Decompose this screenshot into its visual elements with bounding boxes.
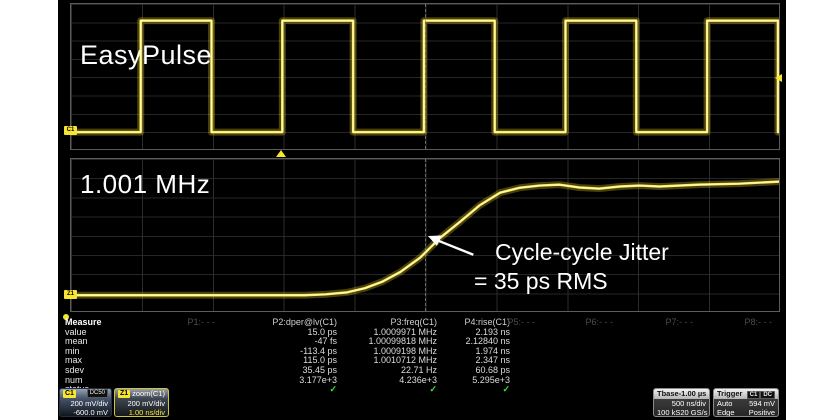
tbase-label: Tbase bbox=[657, 389, 679, 398]
c1-offset: -600.0 mV bbox=[73, 408, 108, 417]
p4-status-check-icon: ✓ bbox=[415, 385, 510, 395]
tbase-delay: -1.00 µs bbox=[679, 389, 707, 398]
z1-descriptor-box[interactable]: Z1 zoom(C1) 200 mV/div 1.00 ns/div bbox=[114, 388, 169, 417]
top-grid-label: EasyPulse bbox=[80, 40, 212, 71]
measure-column-p1[interactable]: P1:- - - bbox=[120, 318, 215, 328]
trigger-delay-marker-icon bbox=[276, 150, 286, 157]
measure-column-p8[interactable]: P8:- - - bbox=[677, 318, 772, 328]
p2-status-check-icon: ✓ bbox=[242, 385, 337, 395]
trigger-box[interactable]: Trigger C1DC Auto 594 mV Edge Positive bbox=[713, 388, 779, 417]
tbase-tdiv: 500 ns/div bbox=[672, 399, 706, 408]
tbase-samples: 100 kS bbox=[657, 408, 680, 417]
main-grid: EasyPulse bbox=[70, 3, 780, 150]
p4-num: 5.295e+3 bbox=[415, 376, 510, 386]
timebase-box[interactable]: Tbase -1.00 µs 500 ns/div 100 kS 20 GS/s bbox=[653, 388, 710, 417]
measure-column-p2[interactable]: P2:dper@lv(C1) 15.0 ps -47 fs -113.4 ps … bbox=[242, 318, 337, 395]
tbase-rate: 20 GS/s bbox=[680, 408, 707, 417]
trigger-time-line bbox=[425, 4, 426, 149]
oscilloscope-display: EasyPulse C1 1.001 MHz Cycle-cycle Jitte… bbox=[58, 0, 786, 420]
jitter-annotation-line1: Cycle-cycle Jitter bbox=[495, 239, 669, 266]
c1-coupling-badge: DC50 bbox=[87, 389, 108, 398]
jitter-annotation-line2: = 35 ps RMS bbox=[474, 268, 608, 295]
z1-channel-marker: Z1 bbox=[64, 290, 77, 299]
trigger-type: Edge bbox=[717, 408, 735, 417]
zoom-grid-label: 1.001 MHz bbox=[80, 169, 210, 200]
trigger-slope: Positive bbox=[749, 408, 775, 417]
c1-channel-marker: C1 bbox=[64, 126, 77, 135]
z1-title: zoom(C1) bbox=[132, 389, 165, 398]
c1-vdiv: 200 mV/div bbox=[70, 399, 108, 408]
z1-tdiv: 1.00 ns/div bbox=[129, 408, 165, 417]
c1-badge: C1 bbox=[63, 390, 76, 398]
p2-num: 3.177e+3 bbox=[242, 376, 337, 386]
measure-column-p4[interactable]: P4:rise(C1) 2.193 ns 2.12840 ns 1.974 ns… bbox=[415, 318, 510, 395]
trigger-level: 594 mV bbox=[749, 399, 775, 408]
z1-badge: Z1 bbox=[118, 390, 130, 398]
trigger-source-badge: C1 bbox=[747, 391, 761, 399]
c1-descriptor-box[interactable]: C1 DC50 200 mV/div -600.0 mV bbox=[59, 388, 112, 417]
trigger-level-marker-icon bbox=[775, 74, 782, 82]
measure-row-labels: Measure value mean min max sdev num stat… bbox=[65, 318, 102, 395]
trigger-mode: Auto bbox=[717, 399, 732, 408]
z1-vdiv: 200 mV/div bbox=[127, 399, 165, 408]
trigger-coupling-badge: DC bbox=[760, 391, 775, 399]
zoom-grid: 1.001 MHz Cycle-cycle Jitter = 35 ps RMS bbox=[70, 158, 780, 312]
trigger-label: Trigger bbox=[717, 389, 742, 398]
